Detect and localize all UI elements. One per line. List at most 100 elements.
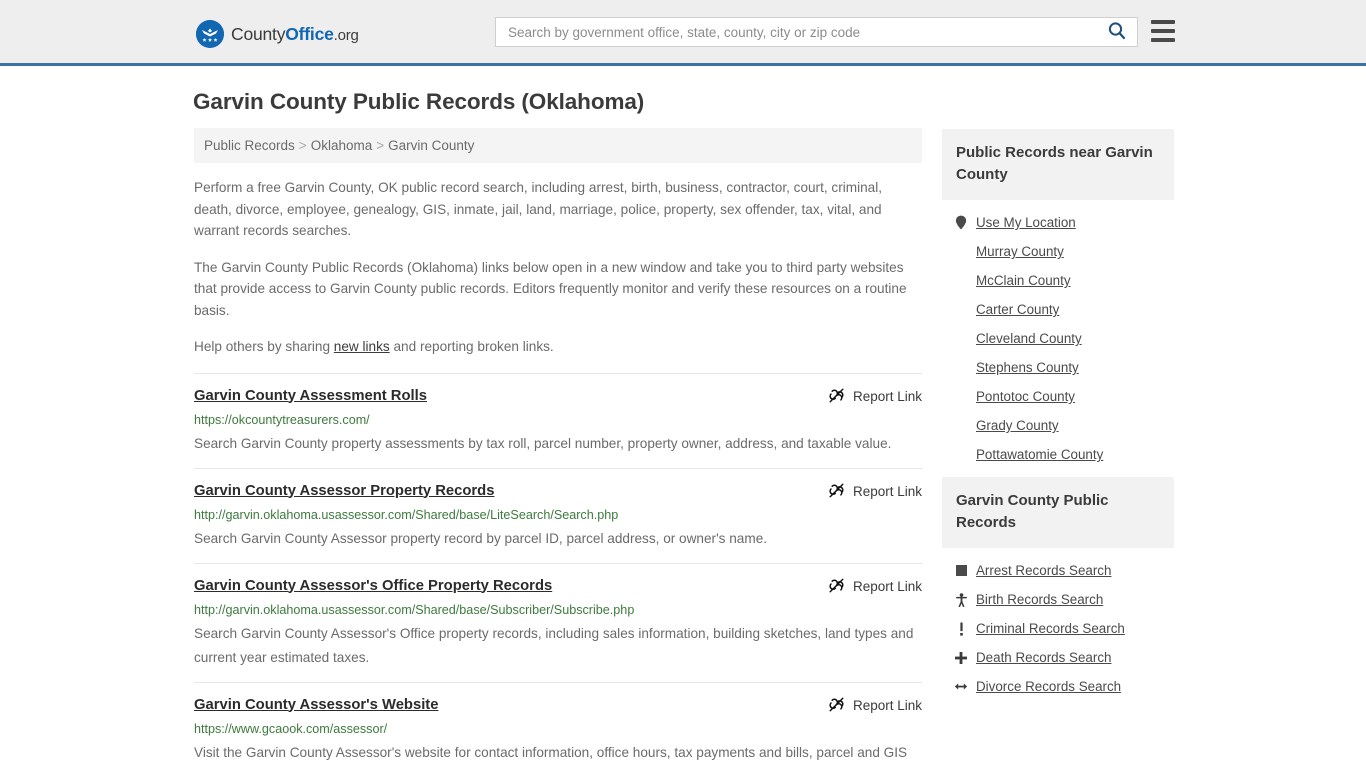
sidebar-records-section: Garvin County Public Records Arrest Reco… bbox=[942, 477, 1174, 701]
cross-icon bbox=[954, 651, 968, 665]
page-body: Garvin County Public Records (Oklahoma) … bbox=[0, 88, 1366, 768]
sidebar-records-item[interactable]: Birth Records Search bbox=[954, 585, 1174, 614]
result-url: https://okcountytreasurers.com/ bbox=[194, 412, 370, 427]
sidebar-nearby-item[interactable]: McClain County bbox=[954, 266, 1174, 295]
result-header: Garvin County Assessment Rolls Report Lin… bbox=[194, 386, 922, 407]
sidebar-nearby-link[interactable]: Stephens County bbox=[976, 360, 1079, 375]
sidebar: Public Records near Garvin County Use My… bbox=[942, 128, 1174, 768]
search-input[interactable] bbox=[506, 19, 1105, 45]
map-pin-icon bbox=[954, 215, 968, 230]
sidebar-records-link[interactable]: Birth Records Search bbox=[976, 592, 1103, 607]
result-description: Search Garvin County Assessor's Office p… bbox=[194, 625, 914, 665]
result-url: http://garvin.oklahoma.usassessor.com/Sh… bbox=[194, 602, 635, 617]
sidebar-nearby-item[interactable]: Pontotoc County bbox=[954, 382, 1174, 411]
intro-3-pre: Help others by sharing bbox=[194, 339, 334, 354]
sidebar-nearby-item[interactable]: Grady County bbox=[954, 411, 1174, 440]
result-item: Garvin County Assessment Rolls Report Lin… bbox=[194, 372, 922, 468]
site-header: CountyOffice.org bbox=[0, 0, 1366, 66]
result-header: Garvin County Assessor's Office Property… bbox=[194, 576, 922, 597]
sidebar-records-item[interactable]: Divorce Records Search bbox=[954, 672, 1174, 701]
sidebar-nearby-link[interactable]: Carter County bbox=[976, 302, 1059, 317]
report-link-label: Report Link bbox=[852, 389, 922, 404]
main-content: Public Records > Oklahoma > Garvin County Pe… bbox=[194, 128, 922, 768]
site-logo-text: CountyOffice.org bbox=[231, 24, 359, 45]
sidebar-records-item[interactable]: Criminal Records Search bbox=[954, 614, 1174, 643]
result-url: https://www.gcaook.com/assessor/ bbox=[194, 721, 388, 736]
sidebar-nearby-link[interactable]: Use My Location bbox=[976, 215, 1076, 230]
sidebar-nearby-heading: Public Records near Garvin County bbox=[942, 129, 1174, 200]
result-title-link[interactable]: Garvin County Assessment Rolls bbox=[194, 386, 427, 406]
sidebar-nearby-item[interactable]: Use My Location bbox=[954, 208, 1174, 237]
site-logo-link[interactable]: CountyOffice.org bbox=[196, 20, 359, 48]
report-link-label: Report Link bbox=[852, 698, 922, 713]
sidebar-nearby-list: Use My Location Murray County McClain Coun… bbox=[942, 200, 1174, 469]
hamburger-menu-icon[interactable] bbox=[1151, 20, 1175, 42]
breadcrumb-item-oklahoma[interactable]: Oklahoma bbox=[311, 138, 373, 153]
sidebar-nearby-link[interactable]: McClain County bbox=[976, 273, 1071, 288]
logo-text-county: County bbox=[231, 23, 286, 44]
search-button[interactable] bbox=[1105, 21, 1129, 44]
result-item: Garvin County Assessor's Office Property… bbox=[194, 562, 922, 682]
sidebar-nearby-item[interactable]: Murray County bbox=[954, 237, 1174, 266]
search-icon bbox=[1107, 21, 1127, 44]
hamburger-bar-1 bbox=[1151, 20, 1175, 24]
result-title-link[interactable]: Garvin County Assessor's Office Property… bbox=[194, 576, 552, 596]
result-title-link[interactable]: Garvin County Assessor Property Records bbox=[194, 481, 494, 501]
intro-paragraph-3: Help others by sharing new links and rep… bbox=[194, 336, 922, 358]
sidebar-records-list: Arrest Records Search Birth Records Searc… bbox=[942, 548, 1174, 701]
sidebar-records-link[interactable]: Death Records Search bbox=[976, 650, 1111, 665]
report-link-button[interactable]: Report Link bbox=[828, 386, 922, 407]
report-link-button[interactable]: Report Link bbox=[828, 481, 922, 502]
report-link-label: Report Link bbox=[852, 484, 922, 499]
sidebar-records-link[interactable]: Arrest Records Search bbox=[976, 563, 1111, 578]
breadcrumb: Public Records > Oklahoma > Garvin County bbox=[194, 128, 922, 163]
sidebar-nearby-link[interactable]: Murray County bbox=[976, 244, 1064, 259]
breadcrumb-item-public-records[interactable]: Public Records bbox=[204, 138, 295, 153]
report-link-button[interactable]: Report Link bbox=[828, 695, 922, 716]
baby-icon bbox=[954, 592, 968, 607]
exclamation-icon bbox=[954, 622, 968, 636]
breadcrumb-separator-1: > bbox=[298, 138, 307, 153]
sidebar-nearby-link[interactable]: Pottawatomie County bbox=[976, 447, 1103, 462]
sidebar-nearby-item[interactable]: Pottawatomie County bbox=[954, 440, 1174, 469]
report-link-button[interactable]: Report Link bbox=[828, 576, 922, 597]
logo-text-org: .org bbox=[333, 26, 359, 44]
search-bar[interactable] bbox=[495, 17, 1138, 47]
result-header: Garvin County Assessor Property Records R… bbox=[194, 481, 922, 502]
broken-link-icon bbox=[828, 482, 845, 502]
sidebar-nearby-item[interactable]: Carter County bbox=[954, 295, 1174, 324]
arrest-square-icon bbox=[954, 565, 968, 576]
page-title: Garvin County Public Records (Oklahoma) bbox=[193, 89, 645, 114]
sidebar-records-item[interactable]: Death Records Search bbox=[954, 643, 1174, 672]
result-description: Search Garvin County property assessment… bbox=[194, 435, 892, 451]
sidebar-nearby-link[interactable]: Pontotoc County bbox=[976, 389, 1075, 404]
result-url: http://garvin.oklahoma.usassessor.com/Sh… bbox=[194, 507, 619, 522]
sidebar-records-link[interactable]: Divorce Records Search bbox=[976, 679, 1121, 694]
report-link-label: Report Link bbox=[852, 579, 922, 594]
sidebar-nearby-section: Public Records near Garvin County Use My… bbox=[942, 129, 1174, 469]
hamburger-bar-3 bbox=[1151, 38, 1175, 42]
intro-3-post: and reporting broken links. bbox=[389, 339, 554, 354]
result-item: Garvin County Assessor's Website Report L… bbox=[194, 681, 922, 768]
sidebar-nearby-link[interactable]: Cleveland County bbox=[976, 331, 1082, 346]
new-links-link[interactable]: new links bbox=[334, 339, 390, 354]
result-item: Garvin County Assessor Property Records R… bbox=[194, 467, 922, 563]
sidebar-records-item[interactable]: Arrest Records Search bbox=[954, 556, 1174, 585]
sidebar-nearby-item[interactable]: Cleveland County bbox=[954, 324, 1174, 353]
result-description: Search Garvin County Assessor property r… bbox=[194, 530, 768, 546]
sidebar-nearby-item[interactable]: Stephens County bbox=[954, 353, 1174, 382]
double-arrow-icon bbox=[954, 681, 968, 692]
broken-link-icon bbox=[828, 696, 845, 716]
logo-text-office: Office bbox=[285, 23, 334, 44]
breadcrumb-separator-2: > bbox=[376, 138, 385, 153]
breadcrumb-item-garvin-county[interactable]: Garvin County bbox=[388, 138, 474, 153]
sidebar-records-link[interactable]: Criminal Records Search bbox=[976, 621, 1125, 636]
arrest-square-shape bbox=[955, 565, 967, 576]
result-description: Visit the Garvin County Assessor's websi… bbox=[194, 744, 908, 760]
sidebar-nearby-link[interactable]: Grady County bbox=[976, 418, 1059, 433]
results-list: Garvin County Assessment Rolls Report Lin… bbox=[194, 372, 922, 768]
eagle-shield-logo-icon bbox=[196, 20, 224, 48]
sidebar-records-heading: Garvin County Public Records bbox=[942, 477, 1174, 548]
intro-paragraph-2: The Garvin County Public Records (Oklaho… bbox=[194, 259, 907, 318]
result-title-link[interactable]: Garvin County Assessor's Website bbox=[194, 695, 438, 715]
